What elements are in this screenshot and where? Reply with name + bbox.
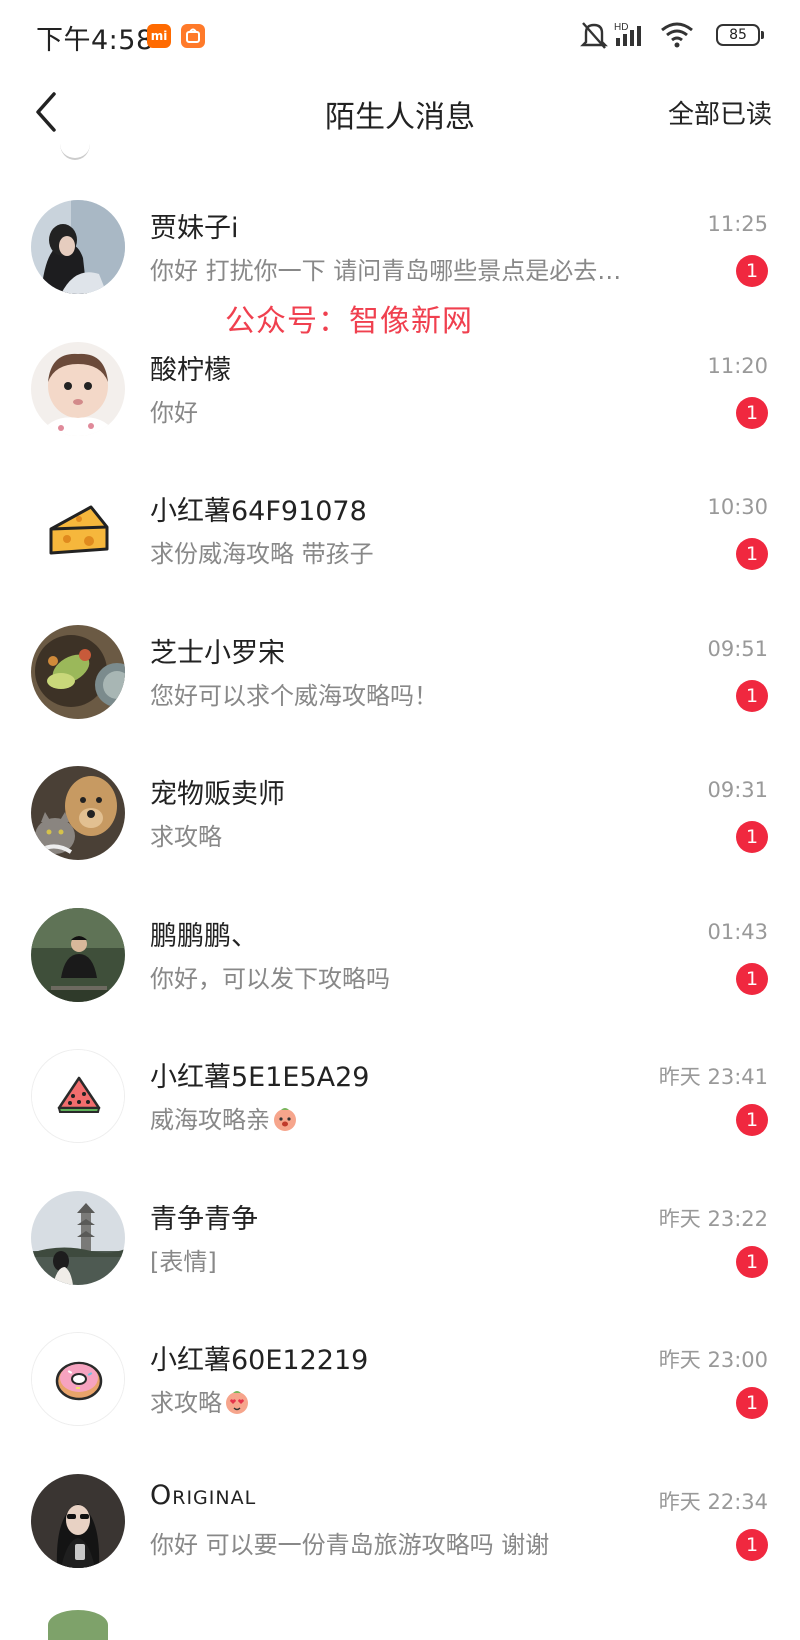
message-time: 09:51 bbox=[707, 636, 768, 661]
photo-pets-avatar[interactable] bbox=[31, 766, 125, 860]
message-time: 01:43 bbox=[707, 919, 768, 944]
message-row[interactable]: 青争青争 昨天 23:22 [表情] 1 bbox=[0, 1190, 800, 1333]
message-row[interactable]: 宠物贩卖师 09:31 求攻略 1 bbox=[0, 766, 800, 908]
sender-name: 贾妹子i bbox=[150, 213, 239, 244]
unread-badge: 1 bbox=[736, 962, 768, 995]
message-time: 昨天 23:22 bbox=[658, 1206, 768, 1231]
mute-bell-icon bbox=[580, 22, 608, 49]
photo-baby-avatar[interactable] bbox=[31, 341, 125, 436]
battery-icon: 85 bbox=[716, 24, 764, 46]
sender-name: Original bbox=[150, 1479, 257, 1511]
unread-badge: 1 bbox=[736, 255, 768, 287]
message-preview: 你好 可以要一份青岛旅游攻略吗 谢谢 bbox=[150, 1530, 550, 1559]
sender-name: 宠物贩卖师 bbox=[150, 779, 285, 810]
partial-avatar bbox=[60, 128, 90, 160]
unread-badge: 1 bbox=[736, 1245, 768, 1278]
message-row[interactable]: 芝士小罗宋 09:51 您好可以求个威海攻略吗！ 1 bbox=[0, 624, 800, 767]
photo-woman-avatar[interactable] bbox=[31, 1473, 125, 1568]
sender-name: 小红薯5E1E5A29 bbox=[150, 1062, 370, 1093]
status-time: 下午4:58 bbox=[36, 25, 154, 56]
message-time: 昨天 22:34 bbox=[658, 1489, 768, 1514]
heart-eyes-peach-emoji bbox=[226, 1391, 248, 1414]
unread-badge: 1 bbox=[736, 679, 768, 712]
message-time: 昨天 23:00 bbox=[658, 1348, 768, 1372]
unread-badge: 1 bbox=[736, 821, 768, 853]
signal-hd-label: HD bbox=[614, 22, 628, 33]
message-time: 昨天 23:41 bbox=[658, 1065, 768, 1089]
unread-badge: 1 bbox=[736, 538, 768, 570]
message-preview: 求攻略 bbox=[150, 1383, 250, 1418]
nav-header: 陌生人消息 全部已读 bbox=[0, 72, 800, 152]
message-row[interactable]: 酸柠檬 11:20 你好 1 bbox=[0, 341, 800, 484]
sender-name: 酸柠檬 bbox=[150, 354, 231, 386]
unread-badge: 1 bbox=[736, 1104, 768, 1136]
message-time: 11:25 bbox=[707, 212, 768, 236]
message-preview: 求攻略 bbox=[150, 823, 222, 851]
message-preview-text: 求攻略 bbox=[150, 1389, 222, 1417]
unread-badge: 1 bbox=[736, 396, 768, 429]
cheese-avatar[interactable] bbox=[31, 483, 125, 577]
message-preview-text: 威海攻略亲 bbox=[150, 1106, 270, 1134]
watermelon-avatar[interactable] bbox=[31, 1049, 125, 1143]
sender-name: 小红薯60E12219 bbox=[150, 1345, 369, 1376]
donut-avatar[interactable] bbox=[31, 1332, 125, 1426]
status-bar: 下午4:58 mi HD 85 bbox=[0, 0, 800, 72]
mi-store-icon bbox=[181, 24, 205, 48]
photo-pagoda-avatar[interactable] bbox=[31, 1190, 125, 1285]
message-preview: [表情] bbox=[150, 1247, 217, 1276]
message-row[interactable]: 小红薯60E12219 昨天 23:00 求攻略 1 bbox=[0, 1332, 800, 1474]
photo-man-avatar[interactable] bbox=[31, 907, 125, 1002]
message-preview: 您好可以求个威海攻略吗！ bbox=[150, 681, 438, 710]
message-row[interactable]: 贾妹子i 11:25 你好 打扰你一下 请问青岛哪些景点是必去… 1 bbox=[0, 200, 800, 342]
mi-app-icon: mi bbox=[147, 24, 171, 48]
message-preview: 你好，可以发下攻略吗 bbox=[150, 964, 390, 993]
message-time: 10:30 bbox=[707, 495, 768, 519]
unread-badge: 1 bbox=[736, 1528, 768, 1561]
photo-girl-avatar[interactable] bbox=[31, 200, 125, 294]
mark-all-read-button[interactable]: 全部已读 bbox=[668, 94, 772, 131]
message-row[interactable]: 小红薯64F91078 10:30 求份威海攻略 带孩子 1 bbox=[0, 483, 800, 625]
message-preview: 威海攻略亲 bbox=[150, 1100, 298, 1135]
message-list: 贾妹子i 11:25 你好 打扰你一下 请问青岛哪些景点是必去… 1 酸柠檬 1… bbox=[0, 200, 800, 1615]
message-row[interactable]: 小红薯5E1E5A29 昨天 23:41 威海攻略亲 1 bbox=[0, 1049, 800, 1191]
unread-badge: 1 bbox=[736, 1387, 768, 1419]
partial-avatar bbox=[48, 1610, 108, 1640]
message-row[interactable]: 鹏鹏鹏、 01:43 你好，可以发下攻略吗 1 bbox=[0, 907, 800, 1050]
sender-name: 鹏鹏鹏、 bbox=[150, 920, 258, 952]
message-time: 09:31 bbox=[707, 778, 768, 802]
message-preview: 你好 bbox=[150, 398, 198, 427]
wifi-icon bbox=[661, 22, 693, 48]
sender-name: 小红薯64F91078 bbox=[150, 496, 367, 527]
photo-food-avatar[interactable] bbox=[31, 624, 125, 719]
peach-face-emoji bbox=[274, 1108, 296, 1131]
message-preview: 你好 打扰你一下 请问青岛哪些景点是必去… bbox=[150, 257, 622, 285]
sender-name: 芝士小罗宋 bbox=[150, 637, 285, 669]
signal-icon: HD bbox=[614, 22, 641, 46]
sender-name: 青争青争 bbox=[150, 1203, 258, 1235]
message-preview: 求份威海攻略 带孩子 bbox=[150, 540, 374, 568]
message-time: 11:20 bbox=[707, 353, 768, 378]
message-row[interactable]: Original 昨天 22:34 你好 可以要一份青岛旅游攻略吗 谢谢 1 bbox=[0, 1473, 800, 1616]
